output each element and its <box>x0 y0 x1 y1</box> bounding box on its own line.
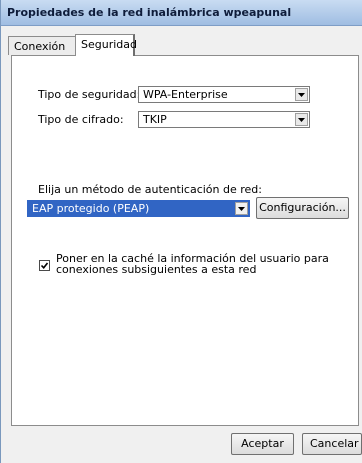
cipher-type-value: TKIP <box>143 113 167 126</box>
security-type-select[interactable]: WPA-Enterprise <box>138 86 310 103</box>
tab-seguridad[interactable]: Seguridad <box>75 34 137 56</box>
properties-dialog: Propiedades de la red inalámbrica wpeapu… <box>0 0 362 463</box>
configuration-button[interactable]: Configuración... <box>256 197 349 219</box>
security-type-value: WPA-Enterprise <box>143 88 228 101</box>
tab-conexion-label: Conexión <box>14 40 66 53</box>
accept-button[interactable]: Aceptar <box>231 433 294 455</box>
window-title: Propiedades de la red inalámbrica wpeapu… <box>7 6 292 19</box>
cipher-type-select[interactable]: TKIP <box>138 111 310 128</box>
tab-seguridad-label: Seguridad <box>81 38 137 51</box>
cipher-type-label: Tipo de cifrado: <box>38 113 124 126</box>
security-type-label: Tipo de seguridad: <box>38 88 141 101</box>
auth-method-value: EAP protegido (PEAP) <box>32 202 150 215</box>
auth-method-select[interactable]: EAP protegido (PEAP) <box>27 200 250 217</box>
security-panel: Tipo de seguridad: WPA-Enterprise Tipo d… <box>11 55 359 426</box>
cache-credentials-line2: conexiones subsiguientes a esta red <box>56 263 257 276</box>
auth-method-label: Elija un método de autenticación de red: <box>38 183 262 196</box>
cancel-button[interactable]: Cancelar <box>302 433 362 455</box>
cache-credentials-label: Poner en la caché la información del usu… <box>56 253 329 275</box>
checkmark-icon <box>40 262 49 270</box>
title-bar[interactable]: Propiedades de la red inalámbrica wpeapu… <box>1 0 362 26</box>
chevron-down-icon[interactable] <box>295 88 308 101</box>
chevron-down-icon[interactable] <box>235 202 248 215</box>
chevron-down-icon[interactable] <box>295 113 308 126</box>
cache-credentials-checkbox[interactable] <box>39 260 50 271</box>
tab-conexion[interactable]: Conexión <box>8 36 76 55</box>
